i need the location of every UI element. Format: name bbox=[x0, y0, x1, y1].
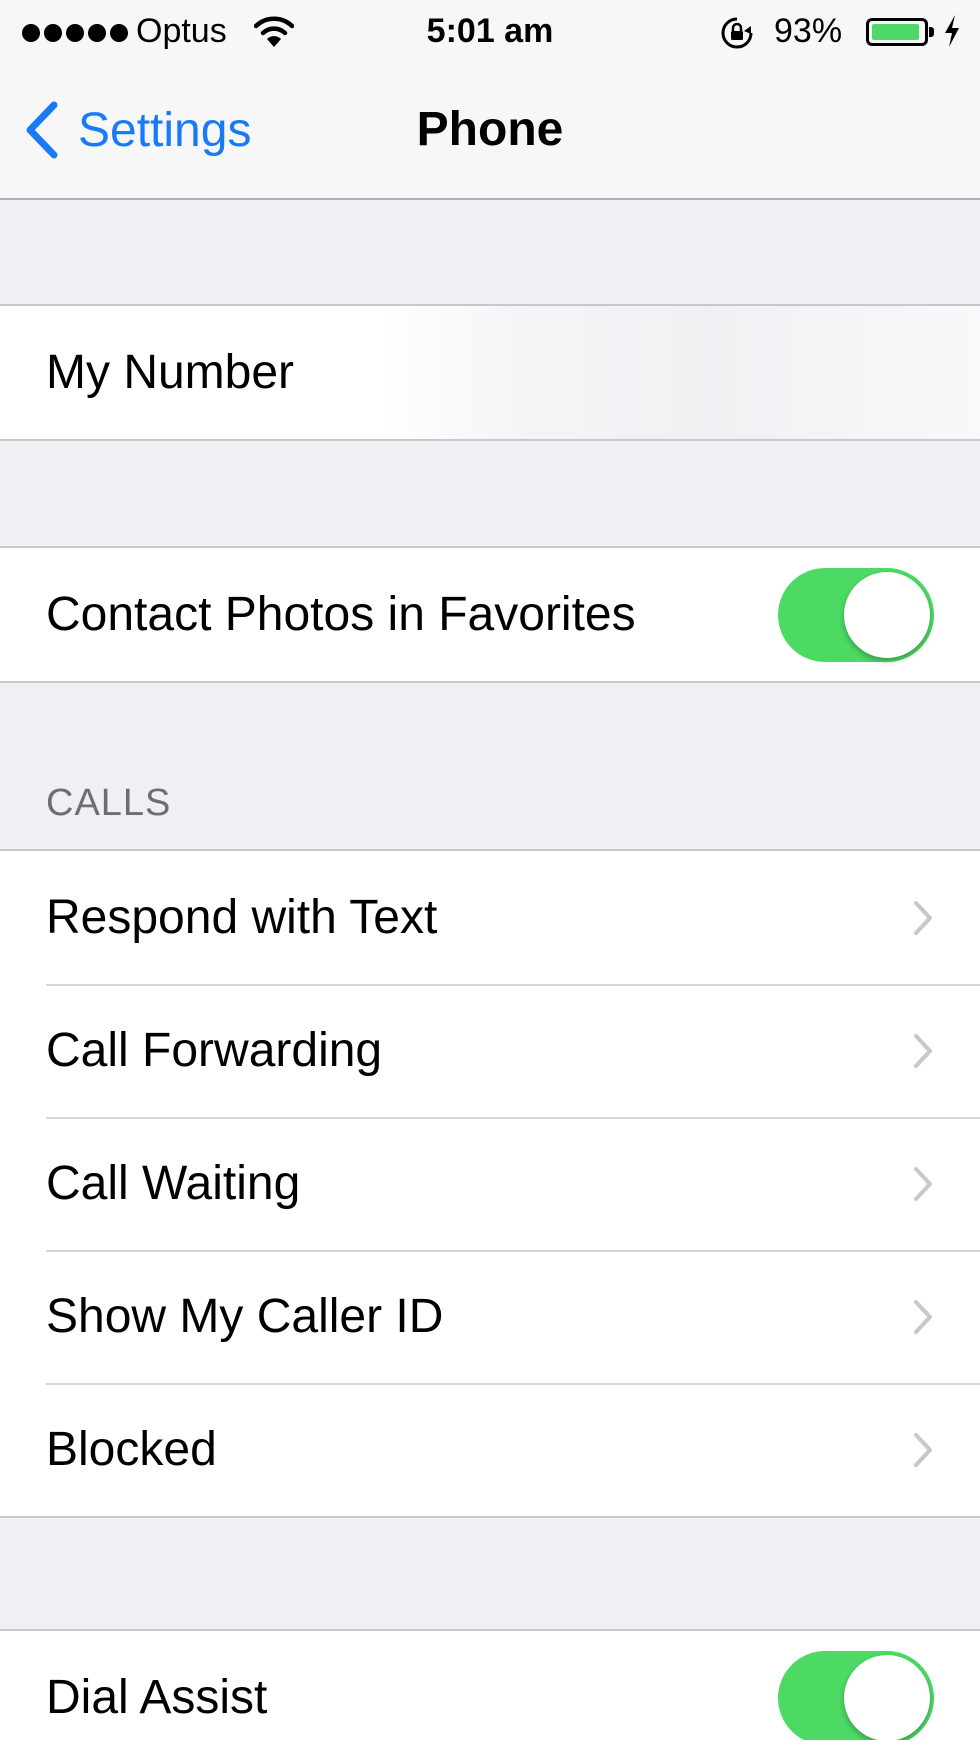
row-label: Call Waiting bbox=[46, 1157, 301, 1210]
battery-percent: 93% bbox=[774, 12, 843, 50]
my-number-row[interactable]: My Number bbox=[0, 306, 980, 439]
contact-photos-row: Contact Photos in Favorites bbox=[0, 548, 980, 681]
dial-assist-row: Dial Assist bbox=[0, 1631, 980, 1740]
call-forwarding-row[interactable]: Call Forwarding bbox=[0, 984, 980, 1117]
chevron-right-icon bbox=[914, 1432, 932, 1467]
dial-assist-toggle[interactable] bbox=[778, 1650, 934, 1740]
chevron-right-icon bbox=[914, 1166, 932, 1201]
status-bar: Optus 5:01 am 93% bbox=[0, 0, 980, 66]
blocked-row[interactable]: Blocked bbox=[0, 1383, 980, 1516]
show-caller-id-row[interactable]: Show My Caller ID bbox=[0, 1250, 980, 1383]
row-label: Call Forwarding bbox=[46, 1024, 383, 1077]
top-bar: Optus 5:01 am 93% Settings Phone bbox=[0, 0, 980, 200]
battery-fill bbox=[872, 24, 919, 40]
phone-settings-screen: Optus 5:01 am 93% Settings Phone My Numb… bbox=[0, 0, 980, 1740]
row-label: Respond with Text bbox=[46, 891, 438, 944]
dial-assist-group: Dial Assist bbox=[0, 1629, 980, 1740]
obscured-number-area bbox=[380, 306, 980, 439]
page-title: Phone bbox=[416, 103, 564, 156]
rotation-lock-icon bbox=[721, 17, 753, 49]
contact-photos-toggle[interactable] bbox=[778, 567, 934, 662]
call-waiting-row[interactable]: Call Waiting bbox=[0, 1117, 980, 1250]
chevron-right-icon bbox=[914, 1299, 932, 1334]
toggle-knob bbox=[844, 571, 930, 658]
calls-section-header: CALLS bbox=[46, 782, 172, 824]
row-label: Show My Caller ID bbox=[46, 1290, 444, 1343]
toggle-knob bbox=[844, 1654, 930, 1740]
battery-icon bbox=[866, 18, 928, 46]
chevron-right-icon bbox=[914, 900, 932, 935]
respond-with-text-row[interactable]: Respond with Text bbox=[0, 851, 980, 984]
calls-group: Respond with Text Call Forwarding Call W… bbox=[0, 849, 980, 1518]
navigation-bar: Settings Phone bbox=[0, 66, 980, 198]
my-number-group: My Number bbox=[0, 304, 980, 441]
favorites-group: Contact Photos in Favorites bbox=[0, 546, 980, 683]
dial-assist-label: Dial Assist bbox=[46, 1671, 268, 1724]
chevron-right-icon bbox=[914, 1033, 932, 1068]
row-label: Blocked bbox=[46, 1423, 217, 1476]
contact-photos-label: Contact Photos in Favorites bbox=[46, 588, 636, 641]
charging-bolt-icon bbox=[945, 15, 959, 47]
my-number-label: My Number bbox=[46, 346, 295, 399]
battery-tip bbox=[929, 27, 934, 37]
